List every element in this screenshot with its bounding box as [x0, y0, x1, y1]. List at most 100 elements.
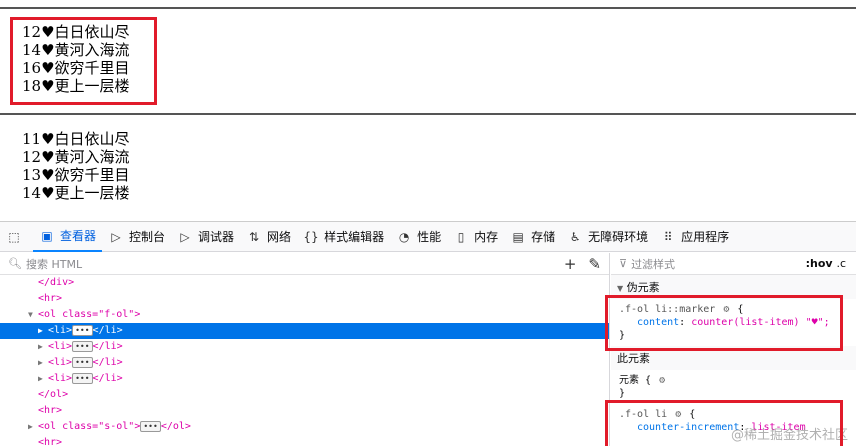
horizontal-rule-top	[0, 7, 856, 9]
tab-label: 样式编辑器	[324, 230, 385, 244]
list-item: 11♥白日依山尽	[22, 130, 130, 148]
tab-label: 查看器	[60, 229, 97, 243]
tree-row[interactable]: </ol>	[0, 387, 609, 403]
tree-node-text: <li>	[48, 357, 73, 368]
tree-node-text: <hr>	[38, 437, 63, 446]
rule-selector: 元素 {	[619, 375, 652, 386]
performance-icon: ◔	[398, 229, 410, 244]
tree-node-text: <hr>	[38, 293, 63, 304]
console-icon: ▷	[111, 229, 121, 244]
horizontal-rule-middle	[0, 113, 856, 115]
accessibility-icon: ♿	[569, 229, 581, 244]
tab-debugger[interactable]: ▷ 调试器	[171, 222, 240, 252]
collapsed-content-icon[interactable]: •••	[72, 340, 93, 352]
section-title: 此元素	[617, 352, 650, 365]
tree-row[interactable]: <hr>	[0, 403, 609, 419]
devtools-tabbar: ⬚ ▣ 查看器 ▷ 控制台 ▷ 调试器 ⇅ 网络 {} 样式编辑器 ◔ 性能 ▯ 内存 ▤ 存储…	[0, 222, 856, 252]
expanded-arrow-icon: ▼	[617, 284, 624, 293]
list-item: 14♥更上一层楼	[22, 184, 130, 202]
tree-row-selected[interactable]: ▶ <li> ••• </li>	[0, 323, 609, 339]
tree-row[interactable]: ▼ <ol class="f-ol">	[0, 307, 609, 323]
tree-row[interactable]: ▶ <li> ••• </li>	[0, 339, 609, 355]
tree-row[interactable]: <hr>	[0, 435, 609, 446]
tab-network[interactable]: ⇅ 网络	[240, 222, 297, 252]
tab-memory[interactable]: ▯ 内存	[447, 222, 504, 252]
tree-row[interactable]: ▶ <li> ••• </li>	[0, 355, 609, 371]
tab-console[interactable]: ▷ 控制台	[102, 222, 171, 252]
tab-label: 性能	[417, 230, 442, 244]
tree-node-text: </div>	[38, 277, 75, 288]
collapsed-arrow-icon[interactable]: ▶	[38, 355, 48, 371]
memory-icon: ▯	[457, 229, 465, 244]
application-icon: ⠿	[663, 229, 673, 244]
collapsed-arrow-icon[interactable]: ▶	[28, 419, 38, 435]
inspector-icon: ▣	[41, 228, 53, 243]
tree-node-text: <ol class="f-ol">	[38, 309, 141, 320]
list-item: 13♥欲穷千里目	[22, 166, 130, 184]
tree-row[interactable]: ▶ <li> ••• </li>	[0, 371, 609, 387]
tab-label: 调试器	[198, 230, 235, 244]
section-title: 伪元素	[626, 281, 660, 294]
collapsed-content-icon[interactable]: •••	[72, 372, 93, 384]
tab-label: 控制台	[129, 230, 166, 244]
tab-accessibility[interactable]: ♿ 无障碍环境	[561, 222, 654, 252]
tab-application[interactable]: ⠿ 应用程序	[654, 222, 735, 252]
tree-node-text: </ol>	[38, 389, 69, 400]
list-item: 12♥黄河入海流	[22, 148, 130, 166]
style-editor-icon: {}	[303, 229, 319, 244]
tab-label: 应用程序	[681, 230, 730, 244]
tree-row[interactable]: </div>	[0, 275, 609, 291]
ordered-list-s-ol: 11♥白日依山尽 12♥黄河入海流 13♥欲穷千里目 14♥更上一层楼	[22, 130, 130, 202]
tree-row[interactable]: <hr>	[0, 291, 609, 307]
tree-node-text: <ol class="s-ol">	[38, 421, 141, 432]
tab-storage[interactable]: ▤ 存储	[504, 222, 561, 252]
filter-styles-bar[interactable]: ⊽ 过滤样式 :hov .c	[611, 253, 856, 275]
tree-row[interactable]: ▶ <ol class="s-ol"> ••• </ol>	[0, 419, 609, 435]
tree-node-text: <hr>	[38, 405, 63, 416]
collapsed-arrow-icon[interactable]: ▶	[38, 371, 48, 387]
hov-label: :hov	[805, 257, 833, 270]
tree-close-tag: </li>	[92, 325, 123, 336]
filter-icon: ⊽	[619, 257, 628, 270]
add-node-icon[interactable]: +	[564, 255, 577, 273]
tree-close-tag: </li>	[92, 341, 123, 352]
search-icon: 🔍︎	[8, 257, 22, 270]
tree-node-text: <li>	[48, 341, 73, 352]
storage-icon: ▤	[512, 229, 524, 244]
tab-style-editor[interactable]: {} 样式编辑器	[297, 222, 390, 252]
tab-pick-element[interactable]: ⬚	[0, 222, 33, 252]
collapsed-content-icon[interactable]: •••	[72, 356, 93, 368]
search-html-bar[interactable]: 🔍︎ 搜索 HTML + ✎	[0, 253, 609, 275]
gear-icon[interactable]: ⚙	[659, 374, 665, 387]
network-icon: ⇅	[249, 229, 260, 244]
highlight-box-list-1	[10, 17, 157, 105]
pick-element-icon: ⬚	[8, 229, 20, 244]
element-rule: 元素 { ⚙ }	[611, 370, 856, 404]
highlight-box-pseudo-rule	[605, 295, 843, 351]
tab-label: 存储	[531, 230, 556, 244]
tab-label: 网络	[267, 230, 292, 244]
tree-close-tag: </ol>	[160, 421, 191, 432]
collapsed-content-icon[interactable]: •••	[72, 324, 93, 336]
cls-label: .c	[836, 257, 846, 270]
highlight-box-rule-2	[605, 400, 843, 446]
tab-inspector[interactable]: ▣ 查看器	[33, 222, 103, 252]
collapsed-arrow-icon[interactable]: ▶	[38, 339, 48, 355]
collapsed-arrow-icon[interactable]: ▶	[38, 323, 48, 339]
collapsed-content-icon[interactable]: •••	[140, 420, 161, 432]
tree-node-text: <li>	[48, 373, 73, 384]
expanded-arrow-icon[interactable]: ▼	[28, 307, 38, 323]
rule-close-brace: }	[619, 388, 626, 399]
tab-label: 无障碍环境	[588, 230, 649, 244]
devtools-panel: ⬚ ▣ 查看器 ▷ 控制台 ▷ 调试器 ⇅ 网络 {} 样式编辑器 ◔ 性能 ▯ 内存 ▤ 存储…	[0, 221, 856, 446]
tree-close-tag: </li>	[92, 373, 123, 384]
markup-panel: 🔍︎ 搜索 HTML + ✎ </div> <hr> ▼ <ol class="f…	[0, 253, 610, 446]
eyedropper-icon[interactable]: ✎	[588, 255, 601, 273]
search-input[interactable]: 搜索 HTML	[26, 256, 82, 272]
tab-performance[interactable]: ◔ 性能	[390, 222, 447, 252]
filter-styles-input[interactable]: 过滤样式	[631, 256, 675, 272]
hov-toggle[interactable]: :hov .c	[806, 257, 846, 270]
tab-label: 内存	[474, 230, 499, 244]
tree-node-text: <li>	[48, 325, 73, 336]
debugger-icon: ▷	[180, 229, 190, 244]
